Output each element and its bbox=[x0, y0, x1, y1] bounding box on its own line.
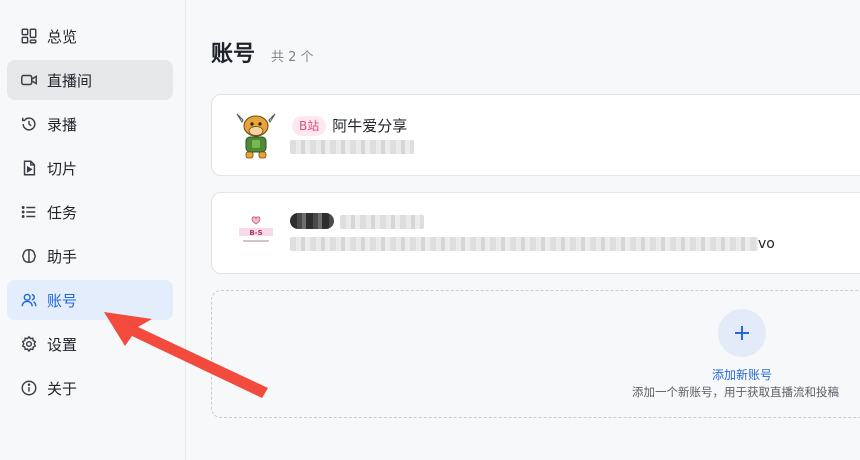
clip-file-icon bbox=[19, 158, 39, 178]
sidebar-item-label: 关于 bbox=[47, 379, 78, 398]
plus-icon bbox=[733, 324, 751, 342]
history-icon bbox=[19, 114, 39, 134]
sidebar-item-assistant[interactable]: 助手 bbox=[7, 236, 173, 276]
account-count: 共 2 个 bbox=[271, 50, 314, 65]
sidebar-item-about[interactable]: 关于 bbox=[7, 368, 173, 408]
platform-badge-redacted bbox=[290, 213, 334, 229]
info-icon bbox=[19, 378, 39, 398]
page-header: 账号 共 2 个 bbox=[211, 36, 314, 68]
account-card[interactable]: B站 阿牛爱分享 bbox=[211, 94, 860, 176]
grid-icon bbox=[19, 26, 39, 46]
page-title: 账号 bbox=[211, 42, 256, 67]
sidebar-item-overview[interactable]: 总览 bbox=[7, 16, 173, 56]
account-name: 阿牛爱分享 bbox=[332, 117, 408, 135]
sidebar-item-accounts[interactable]: 账号 bbox=[7, 280, 173, 320]
avatar: B-S bbox=[230, 207, 282, 259]
sidebar-item-label: 设置 bbox=[47, 335, 78, 354]
add-account-button[interactable] bbox=[718, 309, 766, 357]
avatar bbox=[230, 109, 282, 161]
sidebar-item-live-room[interactable]: 直播间 bbox=[7, 60, 173, 100]
list-icon bbox=[19, 202, 39, 222]
account-name-redacted bbox=[340, 215, 424, 229]
sidebar-item-label: 账号 bbox=[47, 291, 78, 310]
sidebar-item-tasks[interactable]: 任务 bbox=[7, 192, 173, 232]
sidebar-item-label: 任务 bbox=[47, 203, 78, 222]
svg-text:B-S: B-S bbox=[249, 229, 262, 237]
add-account-card[interactable]: 添加新账号 添加一个新账号，用于获取直播流和投稿 bbox=[211, 290, 860, 418]
sidebar-item-recording[interactable]: 录播 bbox=[7, 104, 173, 144]
users-icon bbox=[19, 290, 39, 310]
video-icon bbox=[19, 70, 39, 90]
add-account-title: 添加新账号 bbox=[711, 368, 772, 382]
account-uid-redacted bbox=[290, 237, 758, 251]
account-title-row: B站 阿牛爱分享 bbox=[292, 115, 407, 136]
sidebar-item-label: 总览 bbox=[47, 27, 78, 46]
sidebar-item-label: 直播间 bbox=[47, 71, 93, 90]
sidebar-item-settings[interactable]: 设置 bbox=[7, 324, 173, 364]
account-card[interactable]: B-S vo bbox=[211, 192, 860, 274]
gear-icon bbox=[19, 334, 39, 354]
sidebar: 总览 直播间 录播 切片 任务 助手 账号 设置 关于 bbox=[0, 0, 186, 460]
add-account-subtitle: 添加一个新账号，用于获取直播流和投稿 bbox=[632, 385, 839, 399]
main-content: 账号 共 2 个 B站 阿牛爱分享 B-S vo 添加新账号 添加一个新账号，用… bbox=[187, 0, 860, 460]
sidebar-item-label: 录播 bbox=[47, 115, 78, 134]
platform-badge: B站 bbox=[292, 115, 327, 136]
brain-icon bbox=[19, 246, 39, 266]
sidebar-item-label: 助手 bbox=[47, 247, 78, 266]
sidebar-item-clips[interactable]: 切片 bbox=[7, 148, 173, 188]
account-uid-redacted bbox=[290, 140, 414, 154]
account-uid-tail: vo bbox=[758, 236, 775, 252]
sidebar-item-label: 切片 bbox=[47, 159, 78, 178]
